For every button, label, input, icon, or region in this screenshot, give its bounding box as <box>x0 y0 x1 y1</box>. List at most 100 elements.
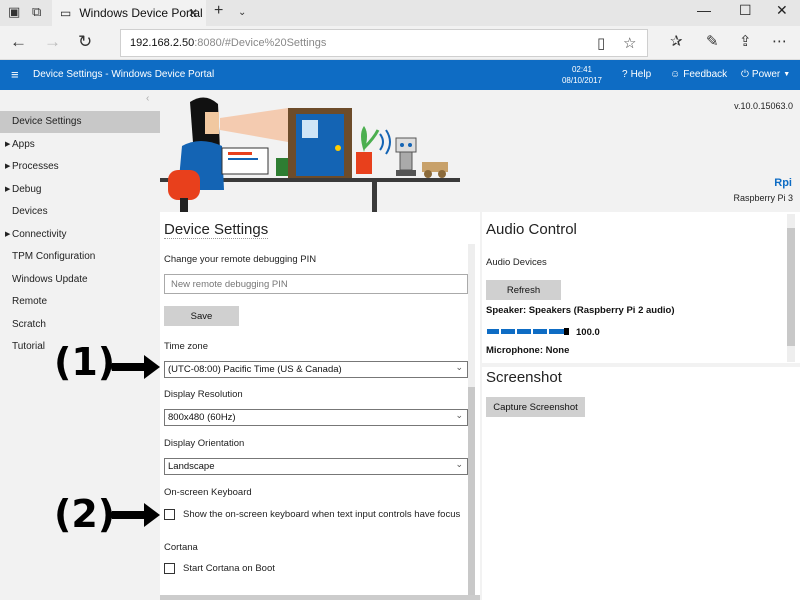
sidebar-item-remote[interactable]: Remote <box>0 291 160 313</box>
tab-title: Windows Device Portal <box>79 6 203 20</box>
sidebar-item-label: Scratch <box>12 318 46 330</box>
sidebar-item-label: Devices <box>12 206 48 217</box>
address-bar[interactable]: 192.168.2.50 :8080/#Device%20Settings ▯ … <box>120 29 648 57</box>
settings-horizontal-scrollbar[interactable] <box>160 595 480 600</box>
address-host: 192.168.2.50 <box>130 37 195 49</box>
more-options-icon[interactable]: ⋯ <box>772 32 787 50</box>
sidebar-item-debug[interactable]: ▶ Debug <box>0 179 160 201</box>
set-aside-tabs-icon[interactable]: ⧉ <box>32 4 41 20</box>
speaker-volume-value: 100.0 <box>576 327 600 338</box>
clock-date: 08/10/2017 <box>561 76 603 85</box>
sidebar-item-connectivity[interactable]: ▶ Connectivity <box>0 224 160 246</box>
feedback-smiley-icon: ☺ <box>670 69 681 80</box>
power-menu[interactable]: ⏻ Power ▼ <box>741 69 790 80</box>
pin-input[interactable]: New remote debugging PIN <box>164 274 468 294</box>
tab-preview-chevron-icon[interactable]: ⌄ <box>238 7 246 18</box>
checkbox-box[interactable] <box>164 509 175 520</box>
page-favicon-icon: ▭ <box>60 6 72 20</box>
screenshot-title: Screenshot <box>486 369 562 386</box>
browser-tab-bar: ▣ ⧉ ▭ Windows Device Portal ✕ + ⌄ — ☐ ✕ <box>0 0 800 26</box>
volume-slider-thumb[interactable] <box>564 328 569 335</box>
reading-view-icon[interactable]: ▯ <box>597 34 605 52</box>
sidebar-item-label: Device Settings <box>12 116 82 127</box>
cortana-checkbox[interactable]: Start Cortana on Boot <box>164 563 275 574</box>
sidebar-item-tpm-configuration[interactable]: TPM Configuration <box>0 246 160 268</box>
share-icon[interactable]: ⇪ <box>739 32 752 50</box>
expand-arrow-icon: ▶ <box>5 185 11 193</box>
favorites-hub-icon[interactable]: ✰ <box>670 32 683 50</box>
cortana-checkbox-label: Start Cortana on Boot <box>183 563 275 574</box>
sidebar-item-apps[interactable]: ▶ Apps <box>0 134 160 156</box>
arrow-right-icon <box>111 355 160 379</box>
sidebar-item-label: Debug <box>12 183 42 195</box>
volume-tick <box>515 329 517 334</box>
sidebar-item-windows-update[interactable]: Windows Update <box>0 269 160 291</box>
sidebar-item-label: TPM Configuration <box>12 251 96 262</box>
keyboard-label: On-screen Keyboard <box>164 487 252 498</box>
expand-arrow-icon: ▶ <box>5 230 11 238</box>
chevron-down-icon: ⌄ <box>455 362 463 372</box>
onscreen-keyboard-checkbox[interactable]: Show the on-screen keyboard when text in… <box>164 509 460 520</box>
keyboard-checkbox-label: Show the on-screen keyboard when text in… <box>183 509 461 520</box>
browser-tab[interactable]: ▭ Windows Device Portal ✕ <box>52 0 206 26</box>
sidebar-item-device-settings[interactable]: Device Settings <box>0 111 160 133</box>
collapse-sidebar-icon[interactable]: ‹ <box>146 93 149 104</box>
refresh-button[interactable]: Refresh <box>486 280 561 300</box>
firmware-version: v.10.0.15063.0 <box>734 101 793 111</box>
tab-manager-icon[interactable]: ▣ <box>8 4 20 20</box>
minimize-icon[interactable]: — <box>697 2 711 18</box>
device-banner: v.10.0.15063.0 Rpi Raspberry Pi 3 <box>160 90 800 212</box>
sidebar-item-label: Remote <box>12 296 48 307</box>
resolution-value: 800x480 (60Hz) <box>168 412 236 423</box>
sidebar-item-devices[interactable]: Devices <box>0 201 160 223</box>
annotation-one: (1) <box>54 340 116 384</box>
web-note-icon[interactable]: ✎ <box>706 32 719 50</box>
timezone-value: (UTC-08:00) Pacific Time (US & Canada) <box>168 364 342 375</box>
favorite-star-icon[interactable]: ☆ <box>623 34 636 52</box>
maximize-icon[interactable]: ☐ <box>739 2 752 19</box>
annotation-two: (2) <box>54 492 116 536</box>
timezone-select[interactable]: (UTC-08:00) Pacific Time (US & Canada) ⌄ <box>164 361 468 378</box>
settings-scrollbar-thumb[interactable] <box>468 387 475 597</box>
capture-screenshot-button[interactable]: Capture Screenshot <box>486 397 585 417</box>
app-header: ≡ Device Settings - Windows Device Porta… <box>0 60 800 90</box>
expand-arrow-icon: ▶ <box>5 163 11 170</box>
power-chevron-icon: ▼ <box>783 71 791 78</box>
volume-tick <box>499 329 501 334</box>
sidebar-item-scratch[interactable]: Scratch <box>0 314 160 336</box>
audio-control-title: Audio Control <box>486 221 577 238</box>
device-settings-title: Device Settings <box>164 221 269 239</box>
help-link[interactable]: ? Help <box>622 69 651 80</box>
panel-divider <box>482 363 800 367</box>
device-name: Rpi <box>774 177 792 189</box>
resolution-label: Display Resolution <box>164 389 243 400</box>
audio-devices-label: Audio Devices <box>486 257 547 268</box>
orientation-select[interactable]: Landscape ⌄ <box>164 458 468 475</box>
sidebar-item-label: Apps <box>12 138 35 150</box>
sidebar-item-processes[interactable]: ▶ Processes <box>0 156 160 178</box>
device-settings-panel <box>160 212 480 600</box>
audio-scrollbar-thumb[interactable] <box>787 228 795 346</box>
clock-time: 02:41 <box>571 65 593 74</box>
new-tab-icon[interactable]: + <box>214 2 223 20</box>
banner-illustration <box>160 97 460 212</box>
hamburger-menu-icon[interactable]: ≡ <box>11 67 19 82</box>
sidebar-item-label: Tutorial <box>12 341 45 352</box>
chevron-down-icon: ⌄ <box>455 459 463 469</box>
window-close-icon[interactable]: ✕ <box>776 2 788 19</box>
close-tab-icon[interactable]: ✕ <box>188 6 198 20</box>
feedback-link[interactable]: ☺ Feedback <box>670 69 727 80</box>
save-button[interactable]: Save <box>164 306 239 326</box>
sidebar-item-label: Windows Update <box>12 273 88 285</box>
checkbox-box[interactable] <box>164 563 175 574</box>
forward-icon[interactable]: → <box>44 32 61 52</box>
volume-tick <box>547 329 549 334</box>
resolution-select[interactable]: 800x480 (60Hz) ⌄ <box>164 409 468 426</box>
back-icon[interactable]: ← <box>10 32 27 52</box>
expand-arrow-icon: ▶ <box>5 140 11 148</box>
chevron-down-icon: ⌄ <box>455 410 463 420</box>
feedback-label: Feedback <box>683 69 728 80</box>
help-icon: ? <box>622 69 628 80</box>
speaker-volume-slider[interactable] <box>487 328 569 335</box>
refresh-icon[interactable]: ↻ <box>78 32 92 52</box>
